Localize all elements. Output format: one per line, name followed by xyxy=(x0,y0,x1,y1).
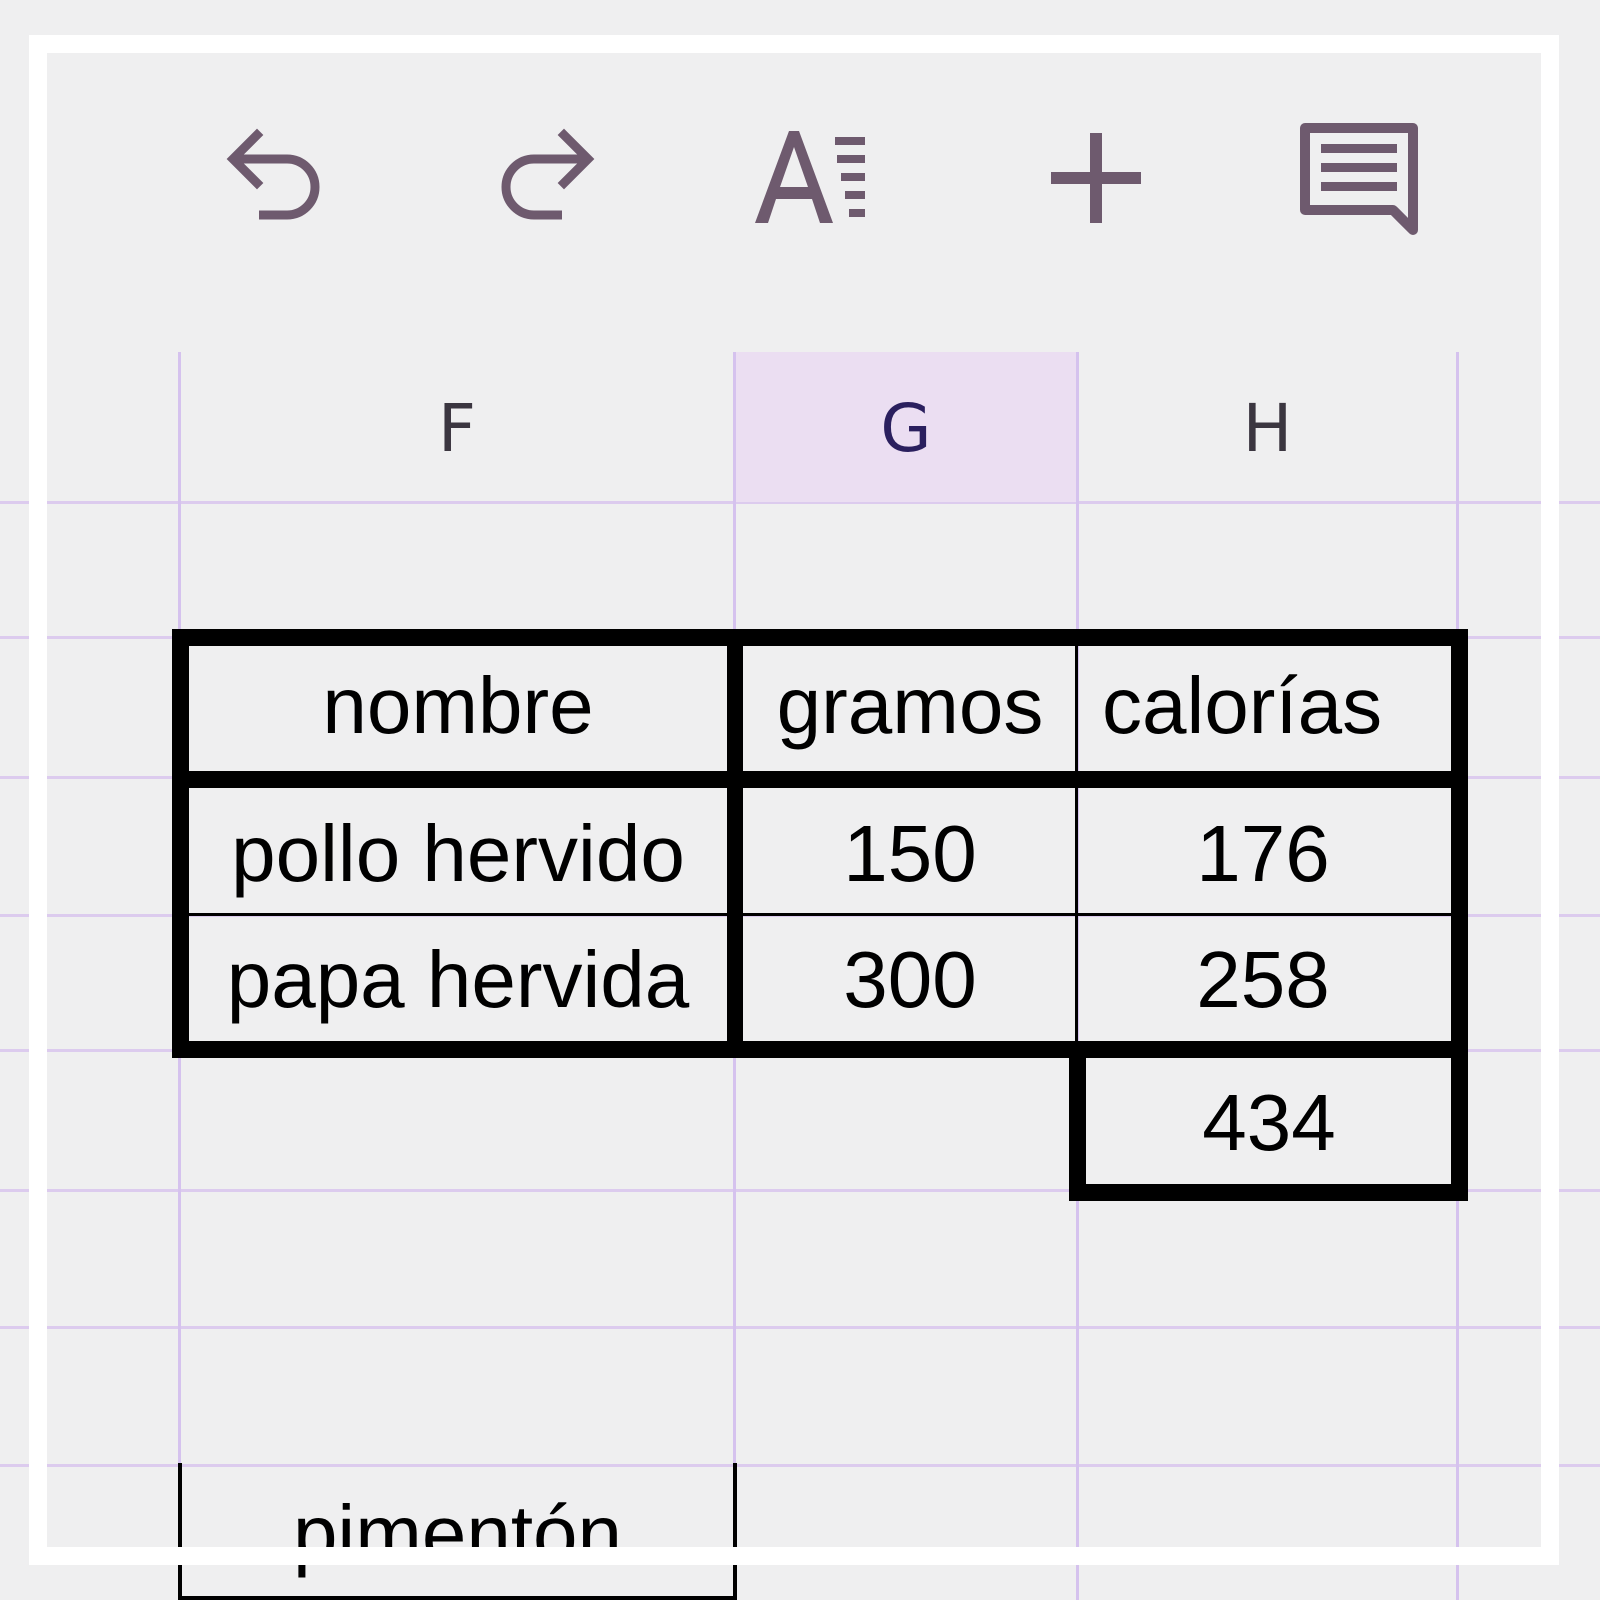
total-cell[interactable]: 434 xyxy=(1086,1060,1452,1186)
table-cell[interactable]: papa hervida xyxy=(189,918,727,1042)
table-header-calorias[interactable]: calorías xyxy=(1078,646,1448,766)
grid-line xyxy=(0,1464,1600,1467)
text-format-icon xyxy=(755,131,865,223)
undo-button[interactable] xyxy=(204,113,344,243)
table-cell[interactable]: 176 xyxy=(1078,792,1448,916)
table-cell[interactable]: 150 xyxy=(743,792,1077,916)
table-border xyxy=(172,913,1468,916)
table-border xyxy=(172,629,189,1058)
plus-icon xyxy=(1051,133,1141,223)
column-header-f[interactable]: F xyxy=(181,390,733,467)
table-header-gramos[interactable]: gramos xyxy=(743,646,1077,766)
insert-button[interactable] xyxy=(1026,113,1166,243)
table-border xyxy=(727,629,743,1058)
text-format-button[interactable] xyxy=(744,113,884,243)
total-box-border xyxy=(1069,1184,1468,1201)
table-border xyxy=(172,1041,1468,1058)
redo-button[interactable] xyxy=(477,113,617,243)
table-header-nombre[interactable]: nombre xyxy=(189,646,727,766)
table-cell[interactable]: pollo hervido xyxy=(189,792,727,916)
partial-cell-border xyxy=(733,1463,737,1600)
comment-button[interactable] xyxy=(1290,113,1430,243)
total-box-border xyxy=(1069,1041,1086,1201)
column-header-g[interactable]: G xyxy=(736,390,1076,467)
undo-icon xyxy=(226,128,320,220)
table-border xyxy=(172,629,1468,646)
table-cell[interactable]: 258 xyxy=(1078,918,1448,1042)
spreadsheet-view: F G H nombre gramos calorías pollo hervi… xyxy=(0,0,1600,1600)
table-border xyxy=(1451,629,1468,1201)
table-border xyxy=(172,771,1468,788)
grid-line xyxy=(0,1326,1600,1329)
table-cell[interactable]: 300 xyxy=(743,918,1077,1042)
redo-icon xyxy=(501,128,595,220)
partial-cell-border xyxy=(178,1596,737,1600)
toolbar xyxy=(47,53,1541,293)
partial-cell-pimenton[interactable]: pimentón xyxy=(182,1488,733,1588)
comment-icon xyxy=(1300,123,1418,235)
column-header-h[interactable]: H xyxy=(1079,390,1456,467)
table-border xyxy=(1075,629,1078,1058)
